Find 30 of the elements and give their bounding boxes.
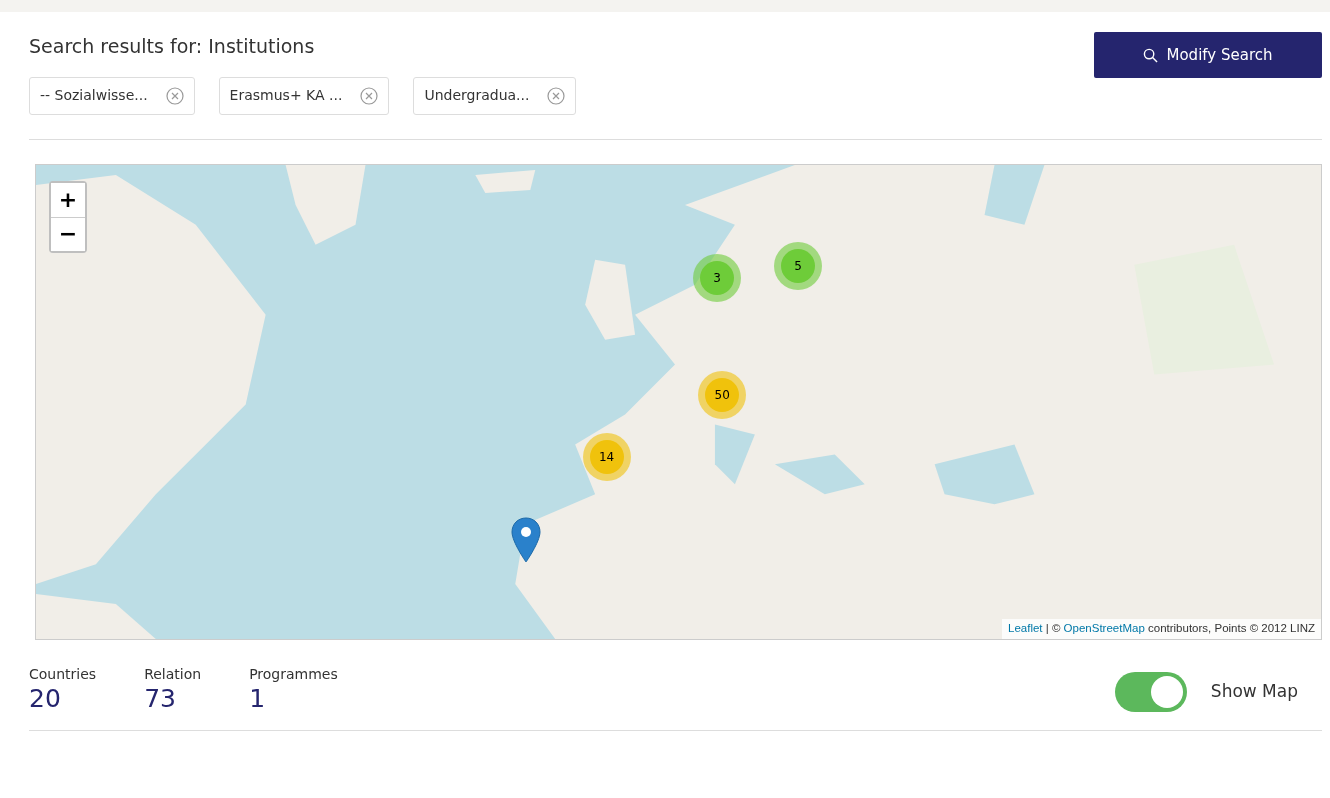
show-map-toggle[interactable] bbox=[1114, 672, 1187, 712]
stat-label: Countries bbox=[29, 664, 97, 684]
page-title: Search results for: Institutions bbox=[29, 35, 315, 57]
remove-icon[interactable] bbox=[165, 86, 184, 105]
remove-icon[interactable] bbox=[360, 86, 379, 105]
openstreetmap-link[interactable]: OpenStreetMap bbox=[1063, 622, 1145, 635]
stat-label: Programmes bbox=[249, 664, 338, 684]
stat-value: 20 bbox=[29, 684, 62, 712]
toggle-label: Show Map bbox=[1210, 680, 1298, 704]
attribution-text: | © bbox=[1045, 622, 1061, 635]
filter-chip[interactable]: -- Sozialwisse... bbox=[29, 76, 195, 115]
modify-search-button[interactable]: Modify Search bbox=[1094, 32, 1322, 78]
map-pin-icon[interactable] bbox=[510, 516, 541, 563]
filter-chip[interactable]: Erasmus+ KA ... bbox=[218, 76, 390, 115]
filter-label: -- Sozialwisse... bbox=[40, 86, 148, 105]
attribution-text: contributors, Points © 2012 LINZ bbox=[1148, 622, 1315, 635]
zoom-out-button[interactable]: − bbox=[51, 216, 85, 251]
stat-value: 1 bbox=[249, 684, 267, 712]
search-icon bbox=[1143, 47, 1159, 63]
cluster-marker[interactable]: 3 bbox=[693, 254, 742, 303]
filter-label: Undergradua... bbox=[424, 86, 530, 105]
cluster-marker[interactable]: 14 bbox=[582, 432, 631, 481]
remove-icon[interactable] bbox=[547, 86, 566, 105]
leaflet-link[interactable]: Leaflet bbox=[1008, 622, 1043, 635]
filter-chip[interactable]: Undergradua... bbox=[413, 76, 577, 115]
cluster-marker[interactable]: 5 bbox=[774, 242, 822, 291]
cluster-marker[interactable]: 50 bbox=[698, 370, 747, 419]
stat-label: Relation bbox=[144, 664, 202, 684]
stat-value: 73 bbox=[144, 684, 177, 712]
filter-label: Erasmus+ KA ... bbox=[229, 86, 343, 105]
